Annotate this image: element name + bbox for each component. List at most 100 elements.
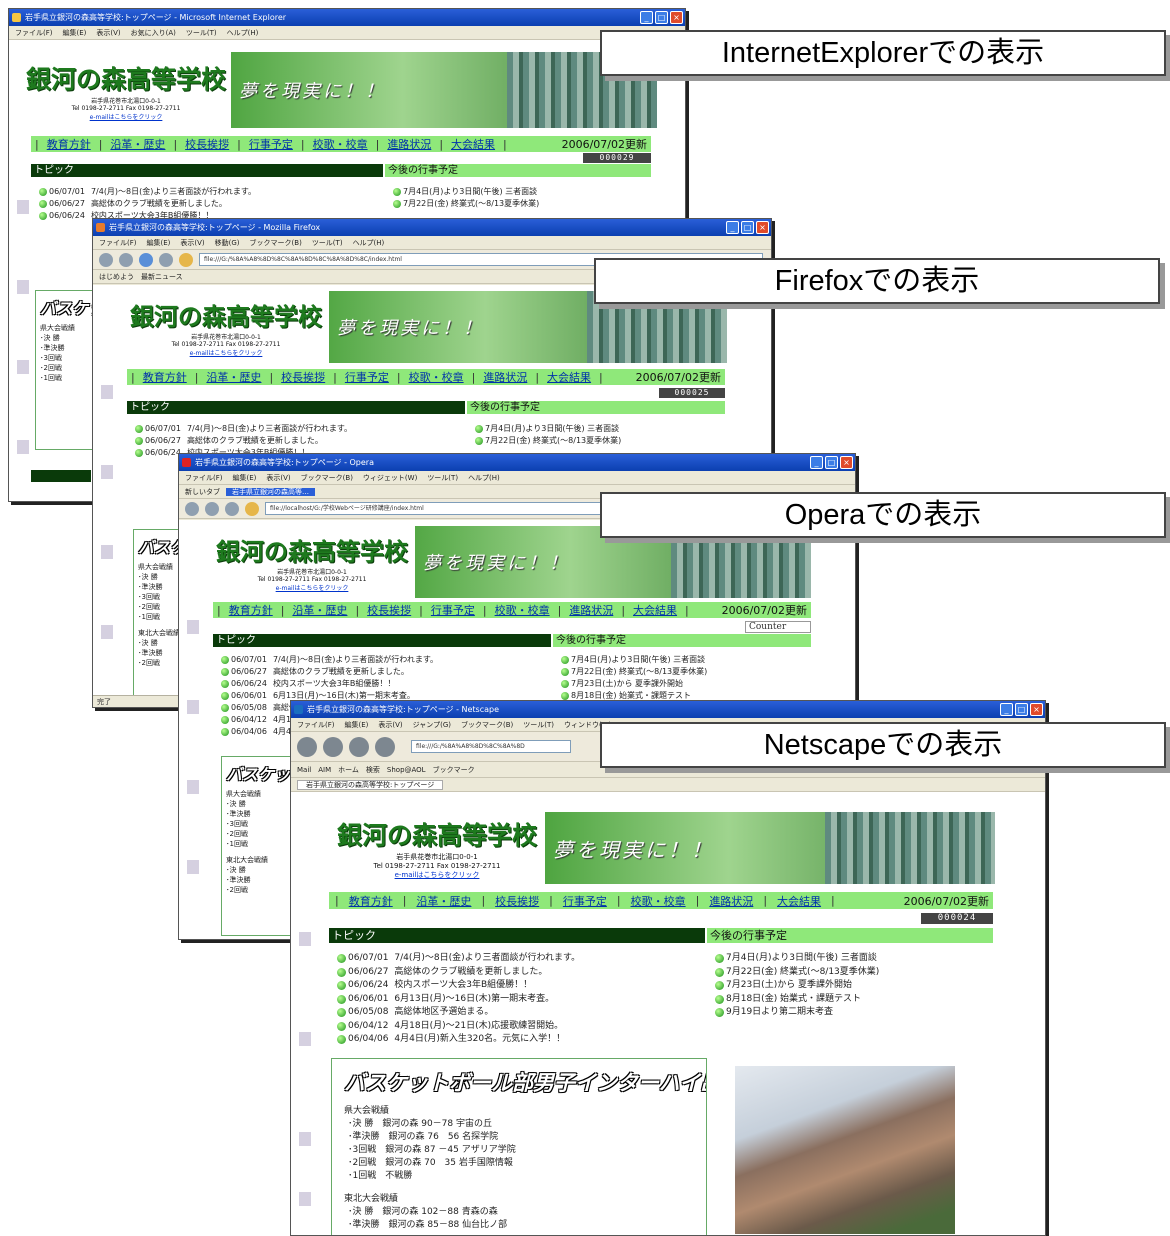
nav-career[interactable]: 進路状況: [569, 602, 613, 618]
menu-tools[interactable]: ツール(T): [186, 26, 217, 39]
close-icon[interactable]: ×: [670, 11, 683, 24]
stop-icon[interactable]: [159, 252, 173, 267]
email-link[interactable]: e-mailはこちらをクリック: [90, 112, 163, 121]
nav-career[interactable]: 進路状況: [709, 893, 753, 909]
email-link[interactable]: e-mailはこちらをクリック: [276, 583, 349, 592]
menu-edit[interactable]: 編集(E): [63, 26, 87, 39]
topics-header: トピック: [31, 164, 383, 177]
menu-edit[interactable]: 編集(E): [345, 718, 369, 731]
nav-policy[interactable]: 教育方針: [143, 369, 187, 385]
menu-widgets[interactable]: ウィジェット(W): [363, 471, 417, 484]
nav-song[interactable]: 校歌・校章: [409, 369, 464, 385]
menu-file[interactable]: ファイル(F): [297, 718, 335, 731]
minimize-icon[interactable]: _: [1000, 703, 1013, 716]
ns-tab[interactable]: 岩手県立銀河の森高等学校:トップページ: [297, 780, 444, 790]
minimize-icon[interactable]: _: [810, 456, 823, 469]
nav-history[interactable]: 沿革・歴史: [416, 893, 471, 909]
ns-address-bar[interactable]: file:///G:/%8A%A8%8D%8C%8A%8D: [411, 740, 571, 753]
maximize-icon[interactable]: □: [1015, 703, 1028, 716]
nav-results[interactable]: 大会結果: [547, 369, 591, 385]
ns-titlebar[interactable]: 岩手県立銀河の森高等学校:トップページ - Netscape _ □ ×: [291, 701, 1045, 718]
site-slogan: 夢を現実に！！: [337, 318, 484, 339]
nav-history[interactable]: 沿革・歴史: [292, 602, 347, 618]
op-active-tab[interactable]: 岩手県立銀河の森高等…: [226, 488, 315, 496]
forward-icon[interactable]: [323, 736, 343, 757]
ie-titlebar[interactable]: 岩手県立銀河の森高等学校:トップページ - Microsoft Internet…: [9, 9, 685, 26]
menu-go[interactable]: 移動(G): [215, 236, 240, 249]
back-icon[interactable]: [297, 736, 317, 757]
nav-history[interactable]: 沿革・歴史: [206, 369, 261, 385]
menu-jump[interactable]: ジャンプ(G): [413, 718, 451, 731]
nav-greeting[interactable]: 校長挨拶: [495, 893, 539, 909]
stop-icon[interactable]: [375, 736, 395, 757]
menu-file[interactable]: ファイル(F): [185, 471, 223, 484]
forward-icon[interactable]: [205, 501, 219, 516]
menu-view[interactable]: 表示(V): [180, 236, 204, 249]
nav-results[interactable]: 大会結果: [633, 602, 677, 618]
ff-titlebar[interactable]: 岩手県立銀河の森高等学校:トップページ - Mozilla Firefox _ □…: [93, 219, 771, 236]
reload-icon[interactable]: [139, 252, 153, 267]
nav-greeting[interactable]: 校長挨拶: [367, 602, 411, 618]
menu-bookmarks[interactable]: ブックマーク(B): [301, 471, 353, 484]
op-new-tab[interactable]: 新しいタブ: [185, 488, 220, 496]
nav-results[interactable]: 大会結果: [451, 136, 495, 152]
email-link[interactable]: e-mailはこちらをクリック: [395, 870, 480, 880]
menu-tools[interactable]: ツール(T): [427, 471, 458, 484]
nav-results[interactable]: 大会結果: [777, 893, 821, 909]
menu-help[interactable]: ヘルプ(H): [353, 236, 385, 249]
email-link[interactable]: e-mailはこちらをクリック: [190, 348, 263, 357]
menu-tools[interactable]: ツール(T): [523, 718, 554, 731]
menu-help[interactable]: ヘルプ(H): [468, 471, 500, 484]
nav-schedule[interactable]: 行事予定: [249, 136, 293, 152]
minimize-icon[interactable]: _: [726, 221, 739, 234]
minimize-icon[interactable]: _: [640, 11, 653, 24]
nav-policy[interactable]: 教育方針: [349, 893, 393, 909]
home-icon[interactable]: [179, 252, 193, 267]
menu-edit[interactable]: 編集(E): [233, 471, 257, 484]
menu-help[interactable]: ヘルプ(H): [227, 26, 259, 39]
close-icon[interactable]: ×: [840, 456, 853, 469]
box-line: 県大会戦績: [344, 1106, 390, 1116]
list-item: 7月22日(金) 終業式(～8/13夏季休業): [715, 966, 993, 980]
home-icon[interactable]: [245, 501, 259, 516]
maximize-icon[interactable]: □: [741, 221, 754, 234]
maximize-icon[interactable]: □: [825, 456, 838, 469]
nav-song[interactable]: 校歌・校章: [631, 893, 686, 909]
menu-view[interactable]: 表示(V): [96, 26, 120, 39]
back-icon[interactable]: [185, 501, 199, 516]
menu-favorites[interactable]: お気に入り(A): [131, 26, 176, 39]
menu-bookmarks[interactable]: ブックマーク(B): [250, 236, 302, 249]
nav-song[interactable]: 校歌・校章: [313, 136, 368, 152]
nav-schedule[interactable]: 行事予定: [345, 369, 389, 385]
nav-career[interactable]: 進路状況: [387, 136, 431, 152]
op-titlebar[interactable]: 岩手県立銀河の森高等学校:トップページ - Opera _ □ ×: [179, 454, 855, 471]
close-icon[interactable]: ×: [1030, 703, 1043, 716]
forward-icon[interactable]: [119, 252, 133, 267]
nav-song[interactable]: 校歌・校章: [495, 602, 550, 618]
reload-icon[interactable]: [225, 501, 239, 516]
nav-policy[interactable]: 教育方針: [229, 602, 273, 618]
menu-file[interactable]: ファイル(F): [99, 236, 137, 249]
menu-bookmarks[interactable]: ブックマーク(B): [461, 718, 513, 731]
nav-greeting[interactable]: 校長挨拶: [281, 369, 325, 385]
reload-icon[interactable]: [349, 736, 369, 757]
box-line: ･準決勝: [226, 876, 251, 884]
back-icon[interactable]: [99, 252, 113, 267]
nav-greeting[interactable]: 校長挨拶: [185, 136, 229, 152]
site-slogan: 夢を現実に！！: [423, 553, 570, 574]
nav-schedule[interactable]: 行事予定: [431, 602, 475, 618]
nav-schedule[interactable]: 行事予定: [563, 893, 607, 909]
site-nav: | 教育方針 | 沿革・歴史 | 校長挨拶 | 行事予定 | 校歌・校章 | 進路状況 | 大会結果 | 20…: [329, 892, 993, 909]
menu-file[interactable]: ファイル(F): [15, 26, 53, 39]
maximize-icon[interactable]: □: [655, 11, 668, 24]
nav-policy[interactable]: 教育方針: [47, 136, 91, 152]
updated-date: 2006/07/02更新: [561, 138, 647, 151]
menu-edit[interactable]: 編集(E): [147, 236, 171, 249]
menu-view[interactable]: 表示(V): [266, 471, 290, 484]
nav-career[interactable]: 進路状況: [483, 369, 527, 385]
close-icon[interactable]: ×: [756, 221, 769, 234]
menu-view[interactable]: 表示(V): [378, 718, 402, 731]
box-line: ･準決勝 銀河の森 76 56 名探学院: [348, 1132, 499, 1142]
nav-history[interactable]: 沿革・歴史: [110, 136, 165, 152]
menu-tools[interactable]: ツール(T): [312, 236, 343, 249]
